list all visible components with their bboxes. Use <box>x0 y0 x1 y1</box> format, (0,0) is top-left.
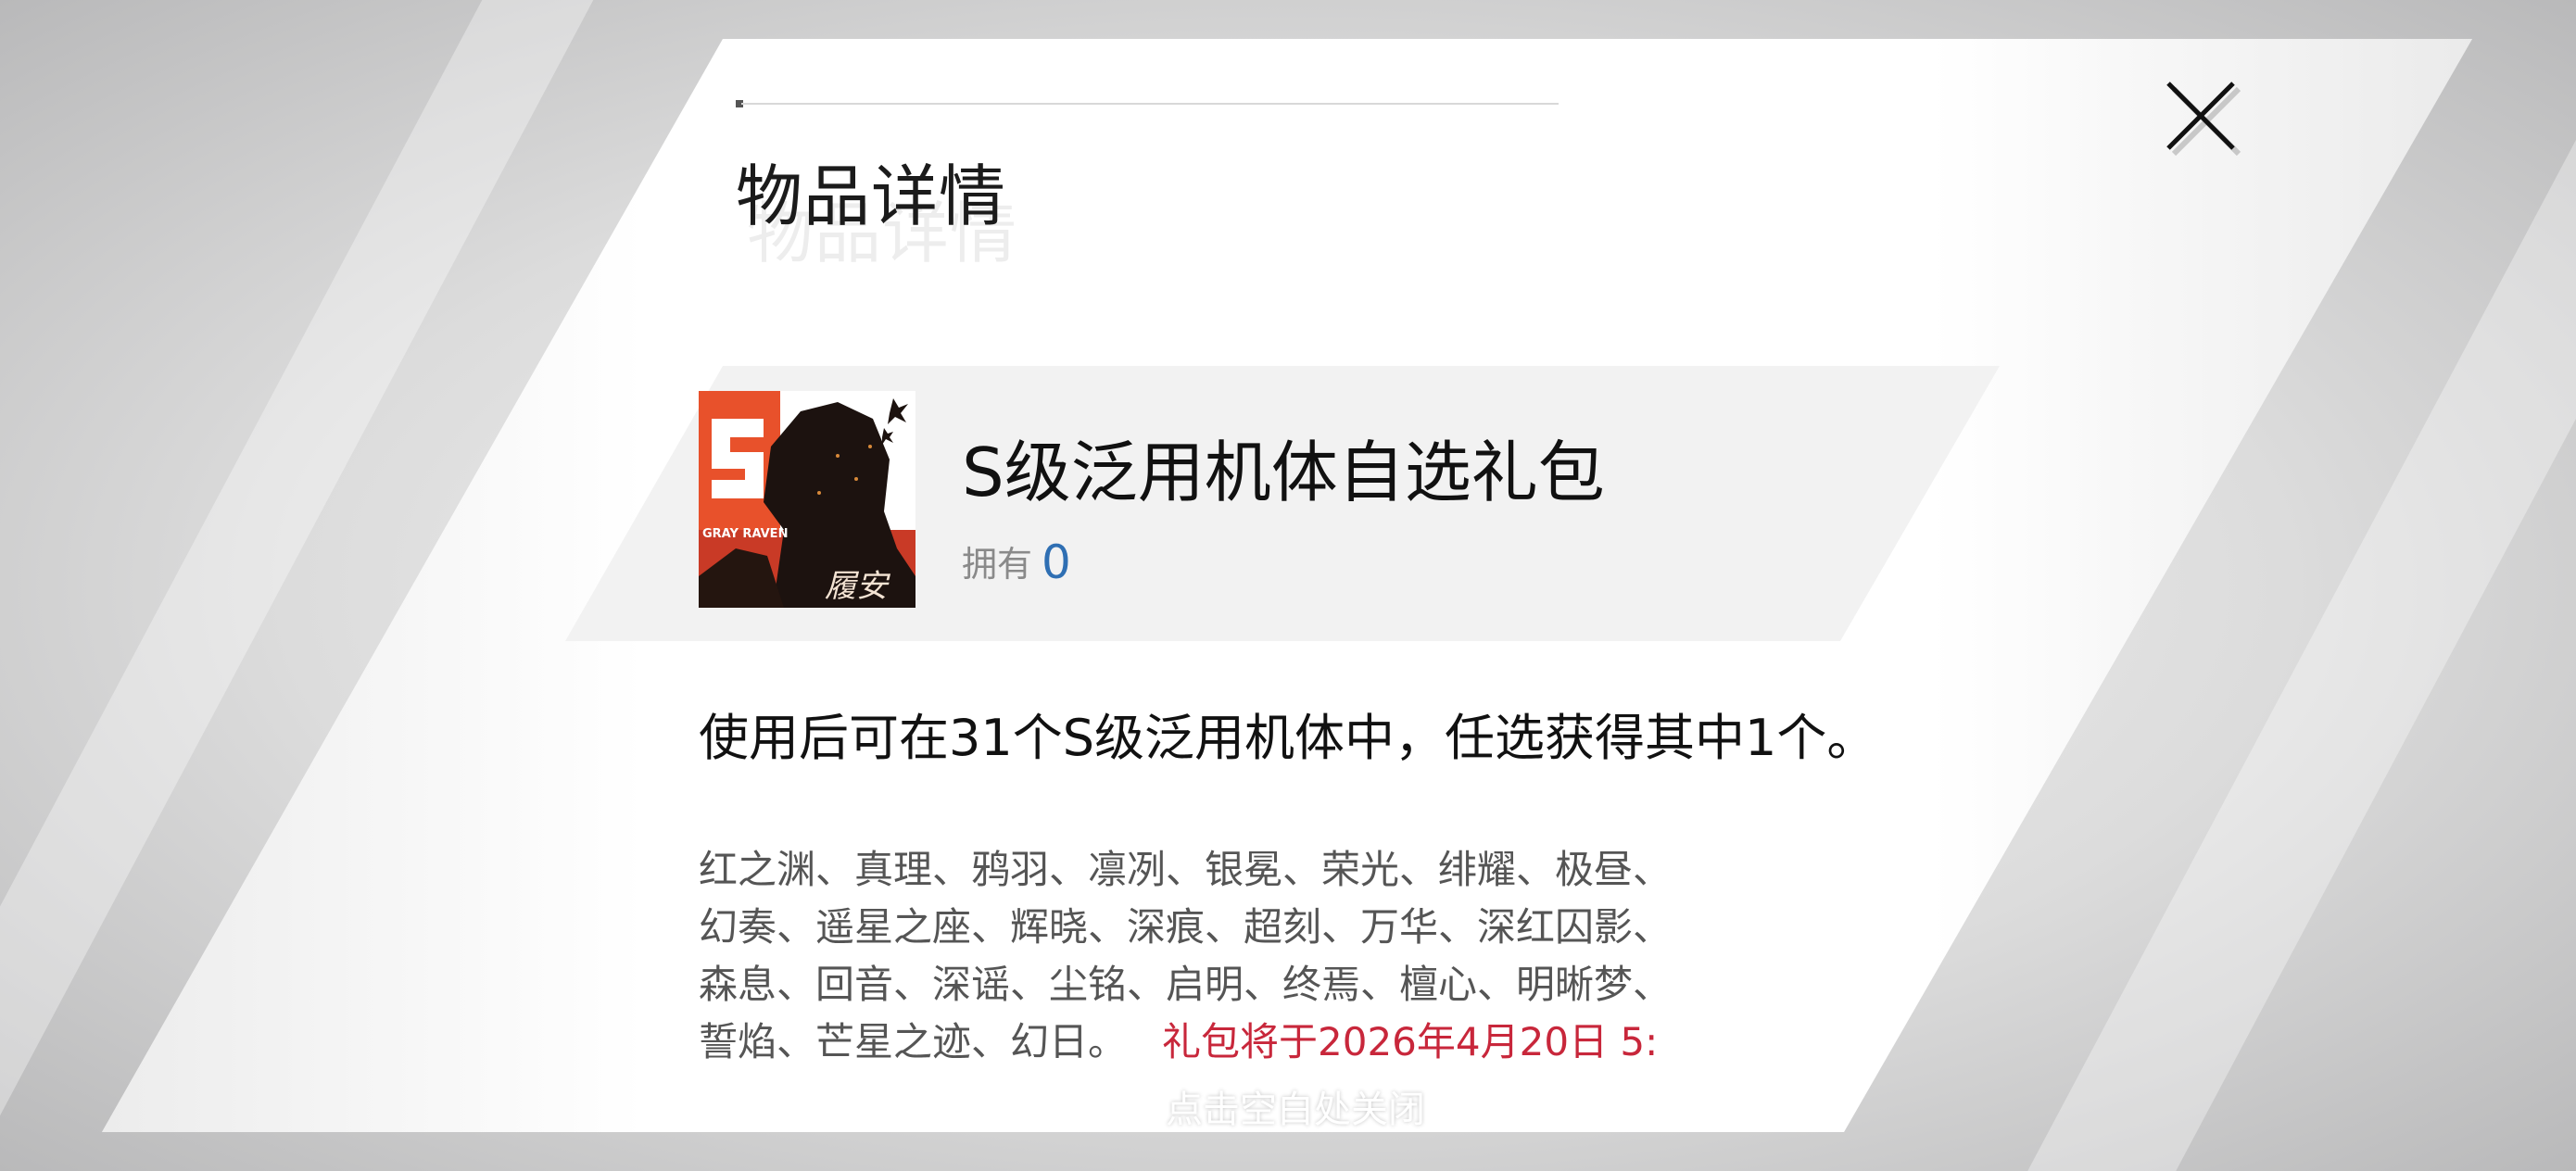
selectable-units-list[interactable]: 红之渊、真理、鸦羽、凛冽、银冕、荣光、绯耀、极昼、 幻奏、遥星之座、辉晓、深痕、… <box>699 841 1718 1071</box>
gift-pack-character-icon: GRAY RAVEN 履安 <box>699 391 915 608</box>
owned-label: 拥有 <box>962 544 1033 585</box>
close-button[interactable] <box>2159 78 2242 161</box>
item-detail-overlay[interactable]: 物品详情 物品详情 GRAY RAVEN 履安 S级泛用机体自选礼包 拥有 0 … <box>0 0 2576 1171</box>
expiry-notice: 礼包将于2026年4月20日 5: <box>1162 1019 1659 1064</box>
close-icon <box>2166 82 2241 157</box>
owned-count: 0 <box>1042 535 1071 589</box>
item-name: S级泛用机体自选礼包 <box>962 434 1605 511</box>
units-line: 森息、回音、深谣、尘铭、启明、终焉、檀心、明晰梦、 <box>699 962 1673 1007</box>
header-divider <box>741 103 1559 105</box>
item-description: 使用后可在31个S级泛用机体中，任选获得其中1个。 <box>699 709 1877 767</box>
svg-text:履安: 履安 <box>825 568 891 605</box>
units-line: 红之渊、真理、鸦羽、凛冽、银冕、荣光、绯耀、极昼、 <box>699 847 1673 892</box>
page-title: 物品详情 <box>736 157 1007 235</box>
units-line: 幻奏、遥星之座、辉晓、深痕、超刻、万华、深红囚影、 <box>699 904 1673 950</box>
units-line-last: 誓焰、芒星之迹、幻日。 礼包将于2026年4月20日 5: <box>699 1014 1718 1071</box>
units-line-text: 誓焰、芒星之迹、幻日。 <box>699 1019 1128 1064</box>
tap-to-close-hint: 点击空白处关闭 <box>1166 1089 1425 1131</box>
svg-text:GRAY RAVEN: GRAY RAVEN <box>702 527 788 541</box>
